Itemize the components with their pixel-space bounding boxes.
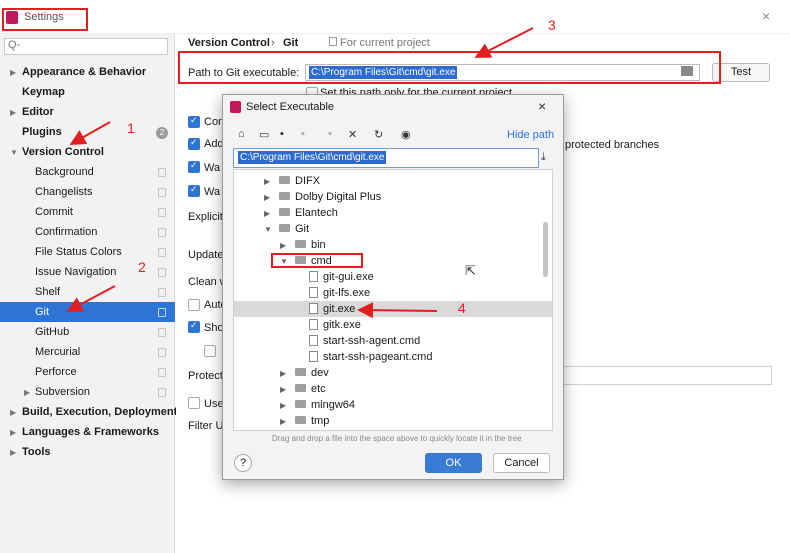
arrow-3 [474, 27, 534, 58]
annotation-number-2: 2 [138, 259, 146, 275]
annotation-number-4: 4 [458, 300, 466, 316]
arrow-1 [69, 121, 111, 145]
annotation-number-1: 1 [127, 120, 135, 136]
annotation-arrows [66, 27, 534, 319]
arrow-4 [357, 302, 438, 319]
arrow-2 [66, 285, 116, 312]
mouse-cursor-icon: ⇱ [465, 263, 476, 278]
annotation-number-3: 3 [548, 17, 556, 33]
